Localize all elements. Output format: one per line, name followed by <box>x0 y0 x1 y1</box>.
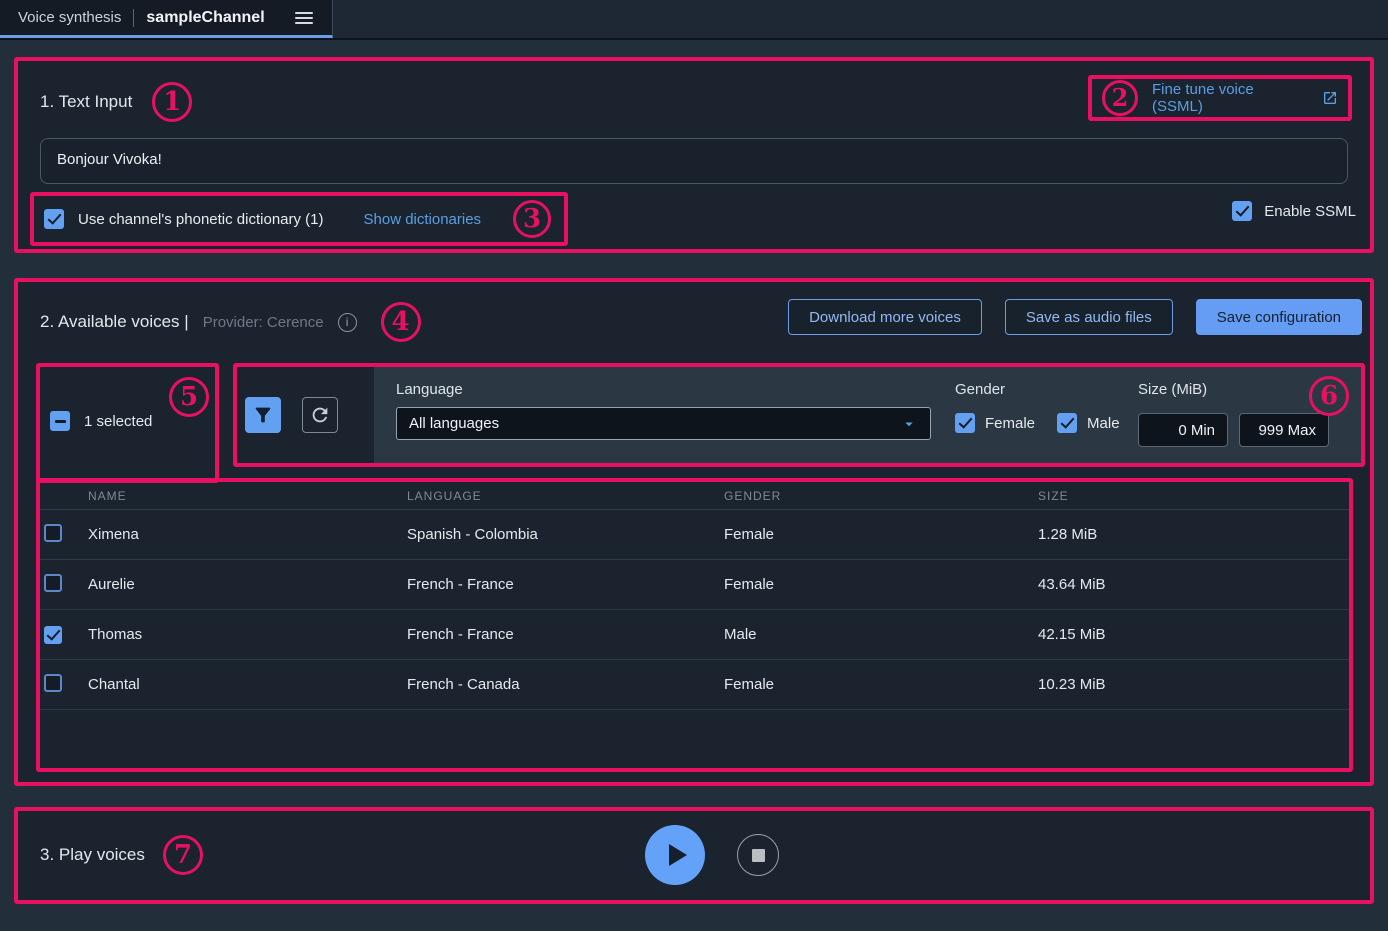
tab-sample-channel[interactable]: Voice synthesis sampleChannel <box>0 0 333 38</box>
refresh-button[interactable] <box>302 397 338 433</box>
phonetic-dictionary-checkbox[interactable] <box>44 209 64 229</box>
show-dictionaries-link[interactable]: Show dictionaries <box>364 211 482 228</box>
voice-name: Aurelie <box>88 576 407 593</box>
language-select[interactable]: All languages <box>396 407 931 440</box>
annotation-1: 1 <box>152 82 192 122</box>
phonetic-dictionary-annotation-box: Use channel's phonetic dictionary (1) Sh… <box>30 192 568 246</box>
annotation-4: 4 <box>381 302 421 342</box>
filter-icon <box>252 404 274 426</box>
section-text-input: 1. Text Input 1 2 Fine tune voice (SSML)… <box>14 57 1374 253</box>
phonetic-dictionary-label: Use channel's phonetic dictionary (1) <box>78 211 324 228</box>
save-as-audio-files-button[interactable]: Save as audio files <box>1005 299 1173 335</box>
table-row[interactable]: XimenaSpanish - ColombiaFemale1.28 MiB <box>40 510 1349 560</box>
stop-icon <box>752 849 765 862</box>
table-row[interactable]: ThomasFrench - FranceMale42.15 MiB <box>40 610 1349 660</box>
size-max-input[interactable]: 999 Max <box>1239 413 1329 447</box>
annotation-7: 7 <box>163 835 203 875</box>
menu-icon[interactable] <box>295 12 313 24</box>
topbar: Voice synthesis sampleChannel <box>0 0 1388 40</box>
gender-male-checkbox[interactable] <box>1057 413 1077 433</box>
voice-gender: Male <box>724 626 1038 643</box>
language-label: Language <box>396 381 931 398</box>
voice-name: Thomas <box>88 626 407 643</box>
col-header-size: SIZE <box>1038 489 1349 503</box>
save-configuration-button[interactable]: Save configuration <box>1196 299 1362 335</box>
voice-language: French - France <box>407 576 724 593</box>
size-label: Size (MiB) <box>1138 381 1329 398</box>
title-divider <box>133 9 134 27</box>
voice-gender: Female <box>724 576 1038 593</box>
annotation-5: 5 <box>169 377 209 417</box>
app-title: Voice synthesis <box>18 9 121 26</box>
voice-size: 42.15 MiB <box>1038 626 1349 643</box>
select-all-checkbox[interactable] <box>50 411 70 431</box>
annotation-2: 2 <box>1102 80 1138 116</box>
row-checkbox[interactable] <box>44 674 62 692</box>
filter-button[interactable] <box>245 397 281 433</box>
fine-tune-annotation-box: 2 Fine tune voice (SSML) <box>1088 75 1352 121</box>
col-header-name: NAME <box>88 489 407 503</box>
stop-button[interactable] <box>737 834 779 876</box>
enable-ssml-checkbox[interactable] <box>1232 201 1252 221</box>
voice-name: Ximena <box>88 526 407 543</box>
gender-label: Gender <box>955 381 1117 398</box>
download-more-voices-button[interactable]: Download more voices <box>788 299 982 335</box>
table-row[interactable]: ChantalFrench - CanadaFemale10.23 MiB <box>40 660 1349 710</box>
info-icon[interactable]: i <box>338 313 357 332</box>
voice-table-body: XimenaSpanish - ColombiaFemale1.28 MiBAu… <box>40 510 1349 710</box>
filters-annotation-box: Language All languages Gender Female <box>233 363 1365 467</box>
play-button[interactable] <box>645 825 705 885</box>
section-available-voices: 2. Available voices | Provider: Cerence … <box>14 278 1374 786</box>
selection-annotation-box: 1 selected 5 <box>36 363 219 483</box>
enable-ssml-label: Enable SSML <box>1264 203 1356 220</box>
voice-gender: Female <box>724 526 1038 543</box>
voice-gender: Female <box>724 676 1038 693</box>
selected-count-label: 1 selected <box>84 413 152 430</box>
voice-size: 1.28 MiB <box>1038 526 1349 543</box>
col-header-gender: GENDER <box>724 489 1038 503</box>
table-row[interactable]: AurelieFrench - FranceFemale43.64 MiB <box>40 560 1349 610</box>
provider-label: Provider: Cerence <box>203 314 324 331</box>
channel-name: sampleChannel <box>146 9 264 27</box>
refresh-icon <box>309 404 331 426</box>
table-header-row: NAME LANGUAGE GENDER SIZE <box>40 482 1349 510</box>
section-play-voices: 3. Play voices 7 <box>14 807 1374 904</box>
language-select-value: All languages <box>409 415 900 432</box>
annotation-3: 3 <box>513 200 551 238</box>
voice-size: 10.23 MiB <box>1038 676 1349 693</box>
text-input[interactable]: Bonjour Vivoka! <box>40 138 1348 184</box>
gender-male-label: Male <box>1087 415 1120 432</box>
voices-table-annotation-box: NAME LANGUAGE GENDER SIZE XimenaSpanish … <box>36 478 1353 772</box>
row-checkbox[interactable] <box>44 626 62 644</box>
size-min-input[interactable]: 0 Min <box>1138 413 1228 447</box>
voice-name: Chantal <box>88 676 407 693</box>
voice-language: French - France <box>407 626 724 643</box>
row-checkbox[interactable] <box>44 524 62 542</box>
voice-language: Spanish - Colombia <box>407 526 724 543</box>
row-checkbox[interactable] <box>44 574 62 592</box>
section1-title: 1. Text Input <box>40 92 132 112</box>
external-link-icon <box>1322 90 1338 106</box>
voice-size: 43.64 MiB <box>1038 576 1349 593</box>
gender-female-checkbox[interactable] <box>955 413 975 433</box>
section2-title: 2. Available voices | <box>40 312 189 332</box>
section3-title: 3. Play voices <box>40 845 145 865</box>
chevron-down-icon <box>900 415 918 433</box>
fine-tune-link[interactable]: Fine tune voice (SSML) <box>1152 81 1308 115</box>
col-header-language: LANGUAGE <box>407 489 724 503</box>
voice-language: French - Canada <box>407 676 724 693</box>
annotation-6: 6 <box>1309 376 1349 416</box>
gender-female-label: Female <box>985 415 1035 432</box>
play-icon <box>669 844 687 866</box>
